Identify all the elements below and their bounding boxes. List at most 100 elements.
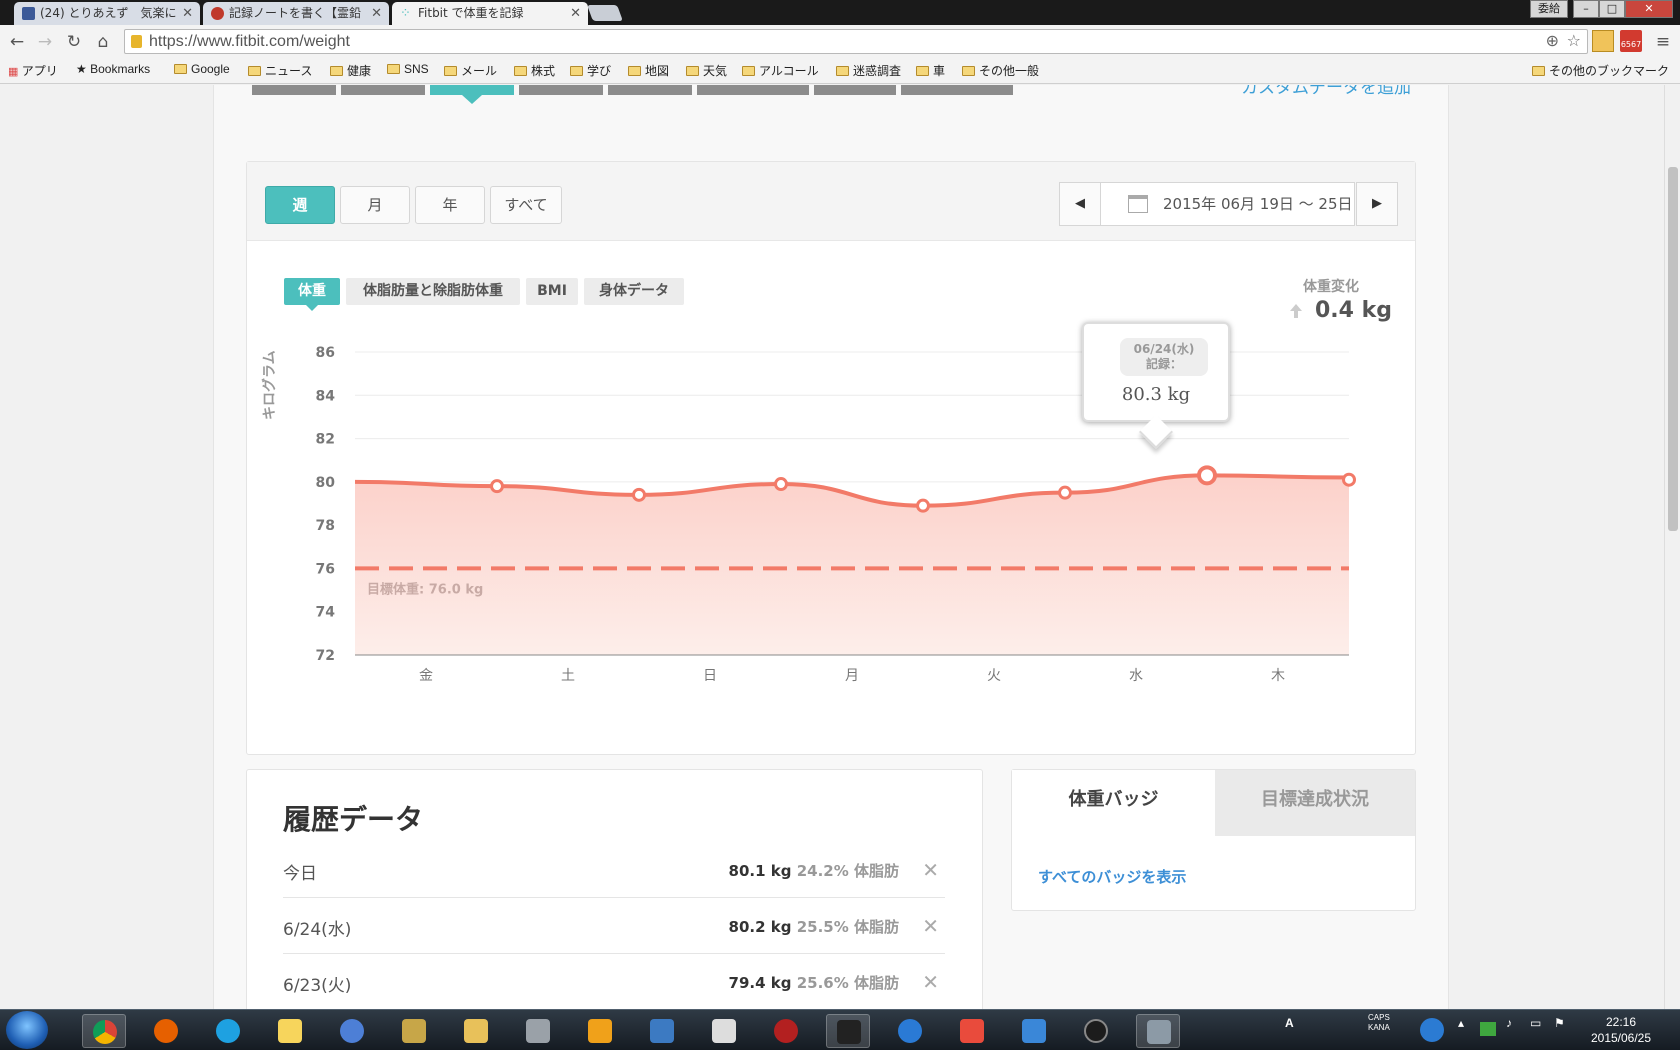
security-tray-icon[interactable] <box>1480 1022 1496 1036</box>
forward-arrow-icon[interactable]: → <box>34 31 56 53</box>
nav-tab[interactable] <box>814 85 896 95</box>
page-info-icon[interactable] <box>131 35 142 48</box>
reload-icon[interactable]: ↻ <box>63 31 85 53</box>
x-tick-label: 月 <box>845 668 859 684</box>
action-center-flag-icon[interactable]: ⚑ <box>1554 1016 1565 1030</box>
bookmark-weather[interactable]: 天気 <box>686 62 727 79</box>
new-tab-button[interactable] <box>587 5 623 21</box>
bookmark-google[interactable]: Google <box>174 62 230 76</box>
bookmark-sns[interactable]: SNS <box>387 62 429 76</box>
bookmark-news[interactable]: ニュース <box>248 62 312 79</box>
address-bar[interactable]: https://www.fitbit.com/weight ⊕ ☆ <box>124 29 1588 54</box>
date-range-picker[interactable]: 2015年 06月 19日 ～ 25日 <box>1100 182 1355 226</box>
app-taskbar-icon[interactable] <box>330 1014 374 1048</box>
calculator-taskbar-icon[interactable] <box>702 1014 746 1048</box>
help-icon[interactable] <box>1420 1018 1444 1042</box>
show-all-badges-link[interactable]: すべてのバッジを表示 <box>1038 866 1186 887</box>
site-favicon-icon <box>211 7 224 20</box>
zoom-icon[interactable]: ⊕ <box>1546 31 1559 50</box>
app-taskbar-icon[interactable] <box>764 1014 808 1048</box>
nav-tab-weight[interactable] <box>430 85 514 95</box>
menu-icon[interactable]: ≡ <box>1652 31 1674 53</box>
prev-week-button[interactable]: ◀ <box>1059 182 1101 226</box>
network-tray-icon[interactable]: ▭ <box>1530 1016 1541 1030</box>
notes-taskbar-icon[interactable] <box>268 1014 312 1048</box>
gmail-notifier-icon[interactable]: 6567 <box>1620 30 1642 52</box>
range-month-button[interactable]: 月 <box>340 186 410 224</box>
bookmark-mail[interactable]: メール <box>444 62 497 79</box>
bookmark-maps[interactable]: 地図 <box>628 62 669 79</box>
tools-taskbar-icon[interactable] <box>392 1014 436 1048</box>
nav-tab[interactable] <box>252 85 336 95</box>
printer-taskbar-icon[interactable] <box>516 1014 560 1048</box>
media-player-taskbar-icon[interactable] <box>578 1014 622 1048</box>
history-row[interactable]: 今日 80.1 kg 24.2% 体脂肪 ✕ <box>283 842 945 898</box>
minimize-button[interactable]: – <box>1573 0 1599 18</box>
nav-tab[interactable] <box>341 85 425 95</box>
back-arrow-icon[interactable]: ← <box>6 31 28 53</box>
extension-icon[interactable] <box>1592 30 1614 52</box>
grid-app-taskbar-icon[interactable] <box>950 1014 994 1048</box>
page-scrollbar[interactable] <box>1664 85 1680 1009</box>
subtab-weight[interactable]: 体重 <box>284 278 340 305</box>
tooltip-date-pill: 06/24(水) 記録： <box>1120 338 1208 376</box>
tray-expand-icon[interactable]: ▴ <box>1458 1016 1464 1030</box>
system-clock[interactable]: 22:16 2015/06/25 <box>1586 1014 1656 1046</box>
hp-taskbar-icon[interactable] <box>1074 1014 1118 1048</box>
network-taskbar-icon[interactable] <box>640 1014 684 1048</box>
ime-mode-indicator[interactable]: A <box>1285 1016 1294 1030</box>
close-window-button[interactable]: ✕ <box>1625 0 1673 18</box>
add-custom-data-link[interactable]: カスタムデータを追加 <box>1241 85 1411 98</box>
range-week-button[interactable]: 週 <box>265 186 335 224</box>
range-year-button[interactable]: 年 <box>415 186 485 224</box>
maximize-button[interactable]: □ <box>1599 0 1625 18</box>
nav-tab[interactable] <box>901 85 1013 95</box>
tab-goal-progress[interactable]: 目標達成状況 <box>1215 770 1415 836</box>
explorer-taskbar-icon[interactable] <box>454 1014 498 1048</box>
fitbit-taskbar-icon[interactable] <box>826 1014 870 1048</box>
nav-tab[interactable] <box>519 85 603 95</box>
history-row[interactable]: 6/24(水) 80.2 kg 25.5% 体脂肪 ✕ <box>283 898 945 954</box>
camera-taskbar-icon[interactable] <box>1136 1014 1180 1048</box>
bookmark-stocks[interactable]: 株式 <box>514 62 555 79</box>
bookmark-apps[interactable]: ▦ アプリ <box>8 62 58 79</box>
browser-tab-fitbit[interactable]: ⁘ Fitbit で体重を記録 ✕ <box>392 2 588 25</box>
tab-close-icon[interactable]: ✕ <box>182 2 193 25</box>
bookmark-other-bookmarks[interactable]: その他のブックマーク <box>1532 62 1669 79</box>
browser-tab-facebook[interactable]: (24) とりあえず 気楽に ✕ <box>14 2 200 25</box>
bookmark-spam-survey[interactable]: 迷惑調査 <box>836 62 901 79</box>
goal-weight-label: 目標体重: 76.0 kg <box>367 581 483 597</box>
bookmark-alcohol[interactable]: アルコール <box>742 62 819 79</box>
tab-close-icon[interactable]: ✕ <box>371 2 382 25</box>
next-week-button[interactable]: ▶ <box>1356 182 1398 226</box>
tab-close-icon[interactable]: ✕ <box>570 2 581 25</box>
nav-tab[interactable] <box>608 85 692 95</box>
subtab-fat-mass[interactable]: 体脂肪量と除脂肪体重 <box>346 278 520 305</box>
weight-change-title: 体重変化 <box>1303 279 1359 295</box>
ie-taskbar-icon[interactable] <box>206 1014 250 1048</box>
range-all-button[interactable]: すべて <box>490 186 562 224</box>
volume-icon[interactable]: ♪ <box>1506 1016 1512 1030</box>
m-app-taskbar-icon[interactable] <box>888 1014 932 1048</box>
firefox-taskbar-icon[interactable] <box>144 1014 188 1048</box>
delete-entry-icon[interactable]: ✕ <box>922 914 939 938</box>
chrome-taskbar-icon[interactable] <box>82 1014 126 1048</box>
nav-tab[interactable] <box>697 85 809 95</box>
delete-entry-icon[interactable]: ✕ <box>922 858 939 882</box>
start-button[interactable] <box>6 1011 48 1049</box>
history-row[interactable]: 6/23(火) 79.4 kg 25.6% 体脂肪 ✕ <box>283 954 945 1009</box>
subtab-body-data[interactable]: 身体データ <box>584 278 684 305</box>
check-app-taskbar-icon[interactable] <box>1012 1014 1056 1048</box>
home-icon[interactable]: ⌂ <box>92 31 114 53</box>
bookmark-health[interactable]: 健康 <box>330 62 371 79</box>
bookmark-learning[interactable]: 学び <box>570 62 611 79</box>
subtab-bmi[interactable]: BMI <box>526 278 578 305</box>
bookmark-car[interactable]: 車 <box>916 62 945 79</box>
delete-entry-icon[interactable]: ✕ <box>922 970 939 994</box>
browser-tab-notes[interactable]: 記録ノートを書く【霊鉛 ✕ <box>203 2 389 25</box>
tab-weight-badges[interactable]: 体重バッジ <box>1012 770 1215 836</box>
bookmark-other-general[interactable]: その他一般 <box>962 62 1039 79</box>
scrollbar-thumb[interactable] <box>1668 167 1678 531</box>
bookmark-star-icon[interactable]: ☆ <box>1567 31 1581 50</box>
bookmark-bookmarks[interactable]: ★ Bookmarks <box>76 62 150 76</box>
